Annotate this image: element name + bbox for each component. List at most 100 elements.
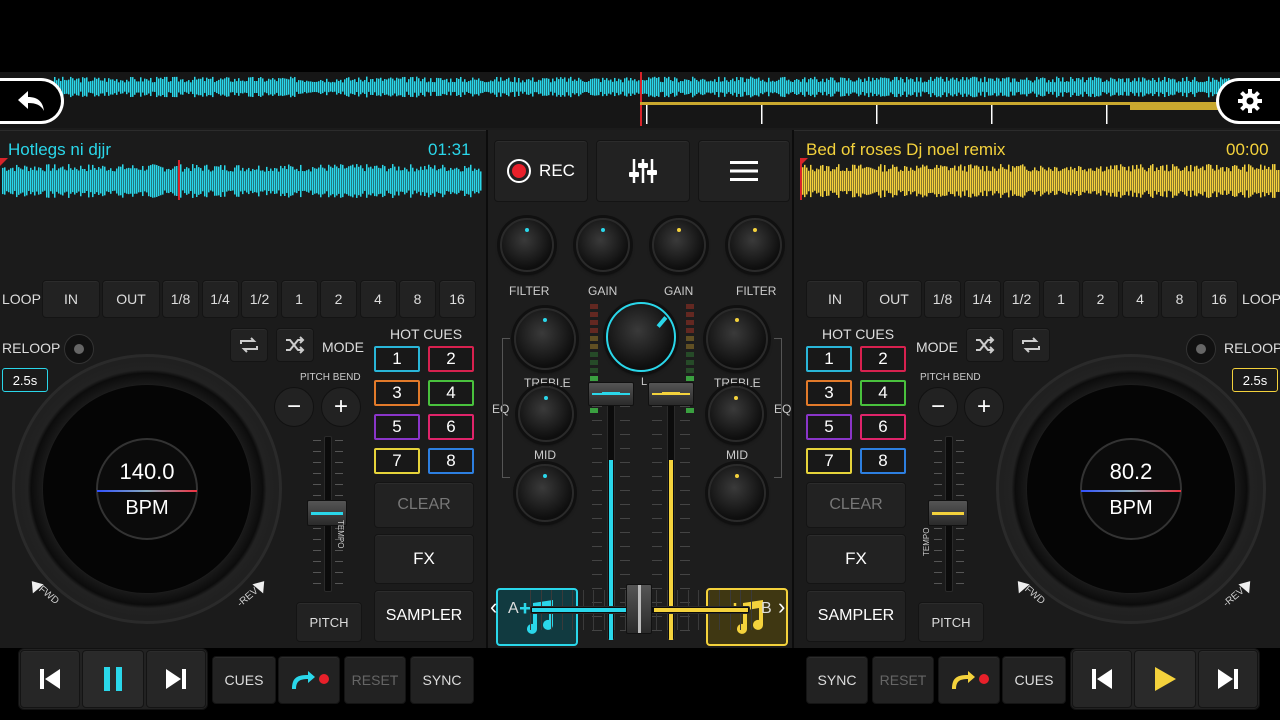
deck-a-fx-button[interactable]: FX (374, 534, 474, 584)
mid-b-knob[interactable] (708, 464, 766, 522)
deck-a-hot-cue-2[interactable]: 2 (428, 346, 474, 372)
deck-a-loop-size-1[interactable]: 1/4 (201, 280, 239, 318)
deck-a-loop-size-6[interactable]: 8 (399, 280, 436, 318)
deck-b-waveform[interactable] (800, 164, 1280, 198)
deck-b-loop-size-1[interactable]: 1/4 (963, 280, 1001, 318)
filter-a-knob[interactable] (500, 218, 554, 272)
deck-a-pitch-bend-plus[interactable]: + (321, 387, 361, 427)
deck-b-loop-size-2[interactable]: 1/2 (1003, 280, 1040, 318)
deck-a-loop-size-3[interactable]: 1 (280, 280, 318, 318)
deck-a-prev-button[interactable] (20, 650, 80, 708)
treble-b-knob[interactable] (706, 308, 768, 370)
deck-b-loop-out-button[interactable]: OUT (866, 280, 922, 318)
deck-b-hot-cue-8[interactable]: 8 (860, 448, 906, 474)
deck-a-reloop-toggle[interactable] (64, 334, 94, 364)
deck-b-repeat-button[interactable] (1012, 328, 1050, 362)
deck-b-cues-button[interactable]: CUES (1002, 656, 1066, 704)
deck-a-repeat-button[interactable] (230, 328, 268, 362)
deck-a-clear-button[interactable]: CLEAR (374, 482, 474, 528)
crossfader-right-arrow[interactable]: › (778, 594, 785, 620)
deck-a-sampler-button[interactable]: SAMPLER (374, 590, 474, 642)
deck-a-waveform[interactable] (2, 164, 482, 198)
eq-a-knob[interactable] (518, 386, 574, 442)
settings-button[interactable] (1216, 78, 1280, 124)
deck-b-next-button[interactable] (1198, 650, 1258, 708)
deck-a-shuffle-button[interactable] (276, 328, 314, 362)
repeat-icon (240, 337, 258, 353)
deck-a-reset-button[interactable]: RESET (344, 656, 406, 704)
deck-b-tempo-label: TEMPO (922, 527, 931, 556)
deck-b-loop-size-7[interactable]: 16 (1200, 280, 1238, 318)
deck-b-sampler-button[interactable]: SAMPLER (806, 590, 906, 642)
deck-b-hot-cue-7[interactable]: 7 (806, 448, 852, 474)
deck-b-prev-button[interactable] (1072, 650, 1132, 708)
deck-a-pitch-bend-minus[interactable]: − (274, 387, 314, 427)
deck-b-hot-cue-5[interactable]: 5 (806, 414, 852, 440)
back-button[interactable] (0, 78, 64, 124)
deck-a-reloop-length[interactable]: 2.5s (2, 368, 48, 392)
deck-a-loop-size-2[interactable]: 1/2 (241, 280, 278, 318)
menu-button[interactable] (698, 140, 790, 202)
deck-b-clear-button[interactable]: CLEAR (806, 482, 906, 528)
deck-b-play-button[interactable] (1134, 650, 1196, 708)
deck-a-hot-cue-8[interactable]: 8 (428, 448, 474, 474)
mid-a-knob[interactable] (516, 464, 574, 522)
deck-b-loop-in-button[interactable]: IN (806, 280, 864, 318)
deck-b-loop-size-5[interactable]: 4 (1121, 280, 1159, 318)
deck-b-hot-cue-2[interactable]: 2 (860, 346, 906, 372)
deck-b-shuffle-button[interactable] (966, 328, 1004, 362)
eq-b-knob[interactable] (708, 386, 764, 442)
deck-a-loop-in-button[interactable]: IN (42, 280, 100, 318)
gain-a-knob[interactable] (576, 218, 630, 272)
deck-b-hot-cue-4[interactable]: 4 (860, 380, 906, 406)
deck-b-loop-size-0[interactable]: 1/8 (924, 280, 961, 318)
deck-a-tempo-slider[interactable]: TEMPO (305, 436, 351, 596)
deck-b-hot-cue-3[interactable]: 3 (806, 380, 852, 406)
deck-b-time: 00:00 (1226, 140, 1269, 159)
deck-b-reloop-toggle[interactable] (1186, 334, 1216, 364)
gain-b-knob[interactable] (652, 218, 706, 272)
deck-a-loop-size-5[interactable]: 4 (359, 280, 397, 318)
deck-a-loop-size-7[interactable]: 16 (438, 280, 476, 318)
deck-b-pitch-button[interactable]: PITCH (918, 602, 984, 642)
deck-a-track-title: Hotlegs ni djjr (8, 140, 111, 159)
deck-b-reset-button[interactable]: RESET (872, 656, 934, 704)
crossfader-left-arrow[interactable]: ‹ (490, 594, 497, 620)
record-button[interactable]: REC (494, 140, 588, 202)
deck-a-pause-button[interactable] (82, 650, 144, 708)
deck-b-loop-size-6[interactable]: 8 (1161, 280, 1198, 318)
deck-b-reloop-length[interactable]: 2.5s (1232, 368, 1278, 392)
deck-b-hot-cue-1[interactable]: 1 (806, 346, 852, 372)
deck-a-next-button[interactable] (146, 650, 206, 708)
deck-a-hot-cue-3[interactable]: 3 (374, 380, 420, 406)
deck-b-bpm-display: 80.2 BPM (1080, 438, 1182, 540)
deck-b-loop-size-4[interactable]: 2 (1082, 280, 1119, 318)
deck-b-pitch-bend-minus[interactable]: − (918, 387, 958, 427)
deck-a-sync-button[interactable]: SYNC (410, 656, 474, 704)
deck-b-loop-size-3[interactable]: 1 (1042, 280, 1080, 318)
deck-a-loop-size-0[interactable]: 1/8 (162, 280, 199, 318)
deck-b-sync-button[interactable]: SYNC (806, 656, 868, 704)
deck-b-hot-cues-label: HOT CUES (822, 326, 895, 342)
deck-a-hot-cue-7[interactable]: 7 (374, 448, 420, 474)
deck-b-fx-button[interactable]: FX (806, 534, 906, 584)
deck-a-cue-jump-button[interactable] (278, 656, 340, 704)
deck-b-tempo-slider[interactable]: TEMPO (922, 436, 972, 596)
crossfader[interactable] (530, 582, 752, 638)
overview-waveform-bar[interactable] (0, 72, 1280, 128)
master-volume-knob[interactable] (606, 302, 676, 372)
treble-a-knob[interactable] (514, 308, 576, 370)
deck-b-cue-jump-button[interactable] (938, 656, 1000, 704)
mixer-settings-button[interactable] (596, 140, 690, 202)
deck-a-cues-button[interactable]: CUES (212, 656, 276, 704)
deck-a-loop-out-button[interactable]: OUT (102, 280, 160, 318)
deck-a-hot-cue-4[interactable]: 4 (428, 380, 474, 406)
deck-a-hot-cue-6[interactable]: 6 (428, 414, 474, 440)
filter-b-knob[interactable] (728, 218, 782, 272)
deck-b-pitch-bend-plus[interactable]: + (964, 387, 1004, 427)
deck-a-pitch-button[interactable]: PITCH (296, 602, 362, 642)
deck-b-hot-cue-6[interactable]: 6 (860, 414, 906, 440)
deck-a-hot-cue-5[interactable]: 5 (374, 414, 420, 440)
deck-a-hot-cue-1[interactable]: 1 (374, 346, 420, 372)
deck-a-loop-size-4[interactable]: 2 (320, 280, 357, 318)
